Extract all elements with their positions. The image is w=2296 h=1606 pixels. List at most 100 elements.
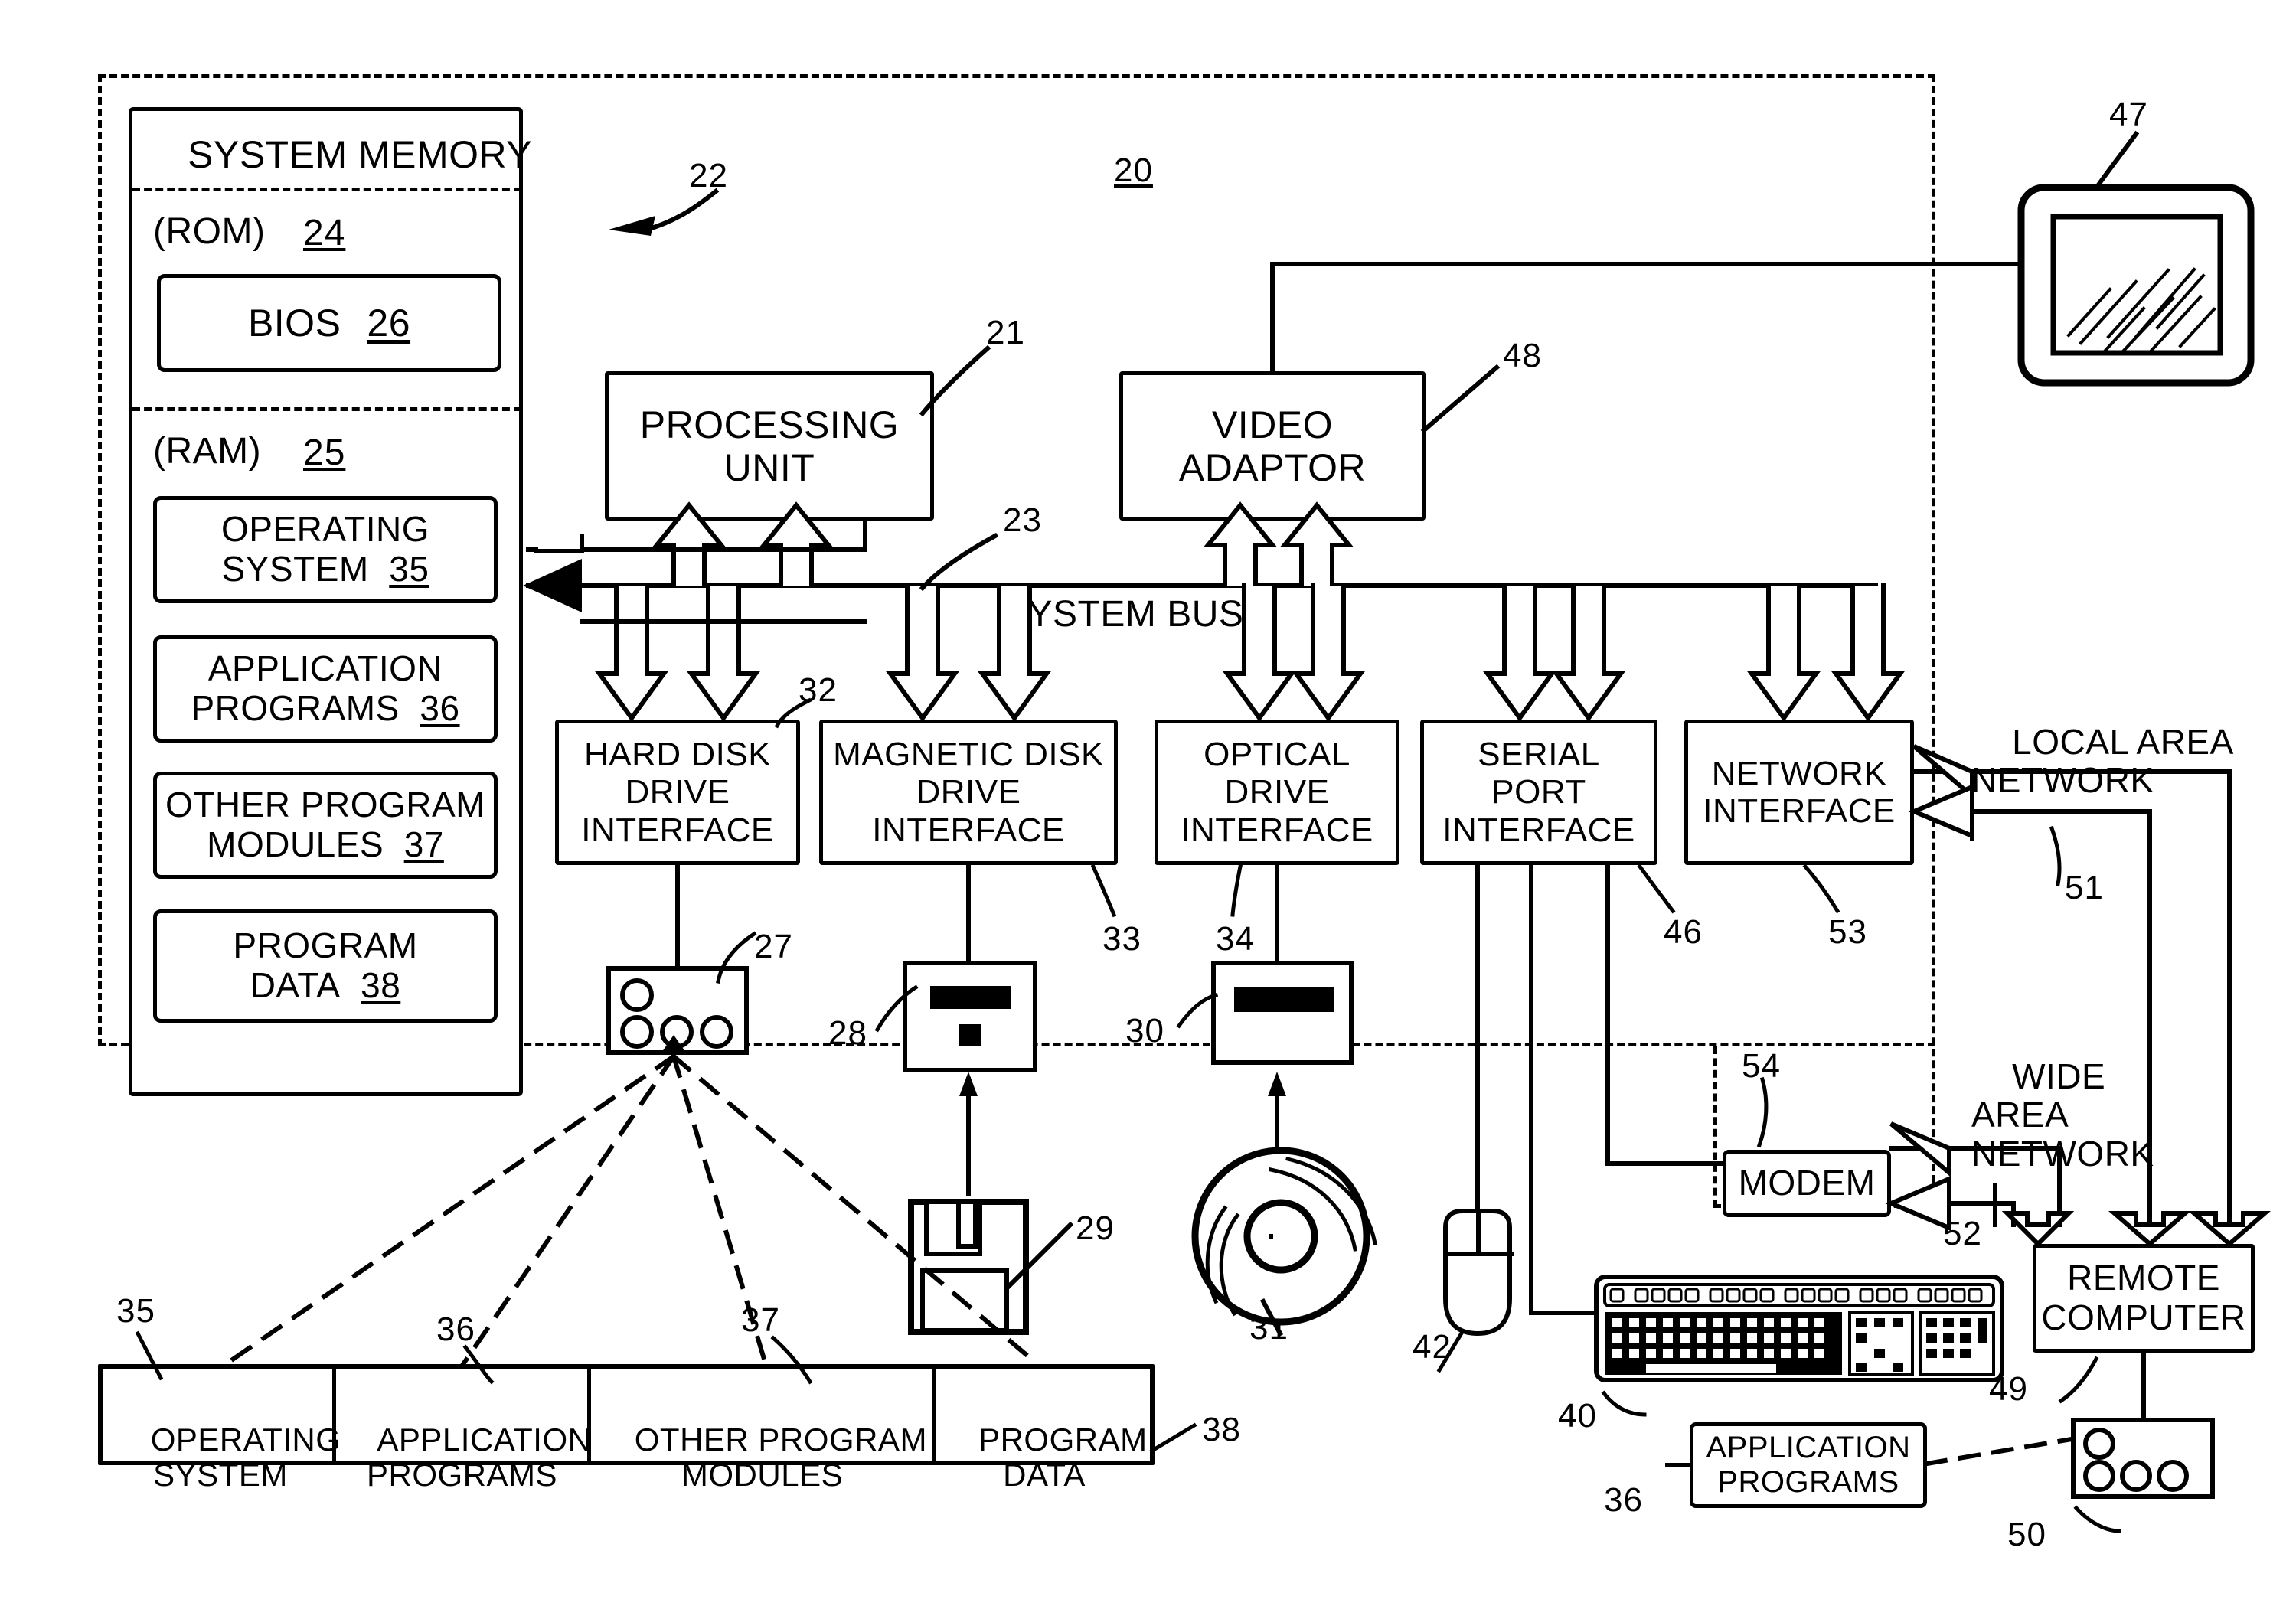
strip-cell-program-data: PROGRAM DATA [978, 1422, 1148, 1493]
processing-unit-box: PROCESSING UNIT [605, 371, 934, 521]
disc-arrowhead [1268, 1072, 1286, 1096]
ref-system-bus-23: 23 [1003, 501, 1042, 539]
remote-apps-line1: APPLICATION [1706, 1431, 1911, 1465]
bios-ref: 26 [367, 302, 411, 344]
ram-block-operating-system: OPERATING SYSTEM 35 [153, 496, 498, 603]
ref-hdd-interface-32: 32 [799, 671, 838, 709]
remote-storage-icon [2071, 1418, 2215, 1499]
ram-block-line1: PROGRAM [233, 925, 418, 966]
ref-strip-data-38: 38 [1202, 1411, 1241, 1448]
video-adaptor-line2: ADAPTOR [1178, 446, 1367, 489]
iface-line1: SERIAL [1478, 736, 1600, 774]
network-interface-box: NETWORK INTERFACE [1684, 720, 1914, 865]
ram-block-line1: OTHER PROGRAM [165, 785, 485, 825]
wan-label: WIDE AREA NETWORK [1971, 1056, 2154, 1173]
system-bus-label: SYSTEM BUS [1003, 594, 1244, 635]
ref-strip-os-35: 35 [116, 1292, 155, 1330]
video-adaptor-box: VIDEO ADAPTOR [1119, 371, 1426, 521]
remote-application-programs-box: APPLICATION PROGRAMS [1690, 1422, 1927, 1508]
ref-optical-drive-30: 30 [1125, 1012, 1164, 1049]
ref-remote-apps-36: 36 [1604, 1481, 1643, 1519]
dashed-fan-mid1 [459, 1053, 678, 1368]
iface-line1: NETWORK [1711, 754, 1887, 792]
computer-boundary-right-stub [1713, 1046, 1717, 1207]
ram-block-other-program-modules: OTHER PROGRAM MODULES 37 [153, 772, 498, 879]
ram-block-line1: OPERATING [220, 509, 429, 550]
dashed-fan-right [670, 1053, 1041, 1368]
serial-port-interface-box: SERIAL PORT INTERFACE [1420, 720, 1657, 865]
hard-disk-drive-interface-box: HARD DISK DRIVE INTERFACE [555, 720, 800, 865]
ref-optical-interface-34: 34 [1216, 920, 1255, 958]
ref-leader-54 [1756, 1076, 1769, 1148]
ref-keyboard-40: 40 [1558, 1397, 1597, 1435]
ref-modem-54: 54 [1742, 1047, 1781, 1085]
remote-computer-line2: COMPUTER [2041, 1298, 2246, 1337]
ref-arrow-22: 22 [689, 157, 728, 194]
optical-drive-interface-box: OPTICAL DRIVE INTERFACE [1155, 720, 1399, 865]
computer-boundary-right-edge [1932, 74, 1935, 1206]
video-adaptor-line1: VIDEO [1211, 403, 1334, 446]
ram-block-line2: MODULES 37 [207, 824, 444, 864]
ref-hard-disk-27: 27 [754, 928, 793, 965]
monitor-screen [2050, 214, 2223, 356]
iface-line3: INTERFACE [1181, 811, 1373, 849]
iface-line3: INTERFACE [872, 811, 1065, 849]
ref-strip-modules-37: 37 [741, 1301, 780, 1339]
system-memory-title: SYSTEM MEMORY [188, 133, 533, 176]
ram-block-line2: PROGRAMS 36 [191, 688, 460, 728]
ref-leader-47 [2090, 130, 2140, 195]
ref-lan-51: 51 [2065, 869, 2104, 906]
mouse-icon [1443, 1209, 1512, 1337]
ref-leader-29 [1003, 1221, 1074, 1292]
floppy-arrowhead [959, 1072, 978, 1096]
modem-label: MODEM [1738, 1163, 1876, 1203]
memory-divider-1 [132, 188, 521, 191]
bios-label: BIOS [247, 302, 341, 344]
strip-divider-3 [932, 1364, 936, 1465]
ref-processing-unit-21: 21 [986, 314, 1025, 351]
ram-block-line1: APPLICATION [207, 648, 443, 689]
ref-system-20: 20 [1114, 152, 1153, 189]
monitor-icon [2017, 184, 2255, 387]
ref-leader-38 [1149, 1422, 1197, 1454]
processing-unit-line2: UNIT [723, 446, 815, 489]
iface-line3: INTERFACE [581, 811, 774, 849]
arrow-lan-to-remote [2108, 1211, 2192, 1247]
strip-cell-operating-system: OPERATING SYSTEM [150, 1422, 341, 1493]
remote-computer-box: REMOTE COMPUTER [2033, 1244, 2255, 1353]
memory-divider-2 [132, 407, 521, 411]
lan-label: LOCAL AREA NETWORK [1971, 721, 2234, 801]
ref-remote-computer-49: 49 [1989, 1370, 2028, 1408]
modem-box: MODEM [1723, 1150, 1891, 1217]
iface-line2: DRIVE [625, 773, 730, 811]
ref-remote-storage-50: 50 [2007, 1516, 2046, 1553]
iface-line3: INTERFACE [1442, 811, 1635, 849]
ref-leader-40 [1601, 1390, 1647, 1417]
ref-leader-49 [2058, 1356, 2099, 1404]
patent-figure: SYSTEM MEMORY (ROM) 24 BIOS 26 (RAM) 25 … [0, 0, 2296, 1606]
ref-network-interface-53: 53 [1828, 913, 1867, 951]
iface-line2: PORT [1491, 773, 1586, 811]
arrow-lan2-to-remote [2187, 1211, 2272, 1247]
rom-label: (ROM) [153, 211, 266, 252]
ref-mdd-interface-33: 33 [1102, 920, 1141, 958]
arrow-wan-to-remote [2001, 1211, 2075, 1248]
iface-line2: INTERFACE [1703, 792, 1896, 830]
keyboard-icon [1594, 1275, 2004, 1382]
ref-leader-50 [2073, 1505, 2121, 1533]
ram-ref: 25 [303, 433, 346, 473]
ram-label: (RAM) [153, 431, 262, 472]
ref-mouse-42: 42 [1413, 1328, 1452, 1366]
rom-ref: 24 [303, 213, 346, 253]
iface-line1: MAGNETIC DISK [833, 736, 1104, 774]
iface-line1: HARD DISK [583, 736, 772, 774]
ram-block-line2: DATA 38 [250, 965, 401, 1005]
dashed-remote-apps-link [1924, 1436, 2075, 1467]
ram-block-program-data: PROGRAM DATA 38 [153, 909, 498, 1023]
remote-computer-line1: REMOTE [2067, 1258, 2220, 1298]
wan-arrowhead-2 [1885, 1175, 1951, 1232]
iface-line1: OPTICAL [1204, 736, 1350, 774]
ram-block-line2: SYSTEM 35 [221, 549, 429, 589]
magnetic-disk-drive-interface-box: MAGNETIC DISK DRIVE INTERFACE [819, 720, 1118, 865]
ref-serial-interface-46: 46 [1664, 913, 1703, 951]
